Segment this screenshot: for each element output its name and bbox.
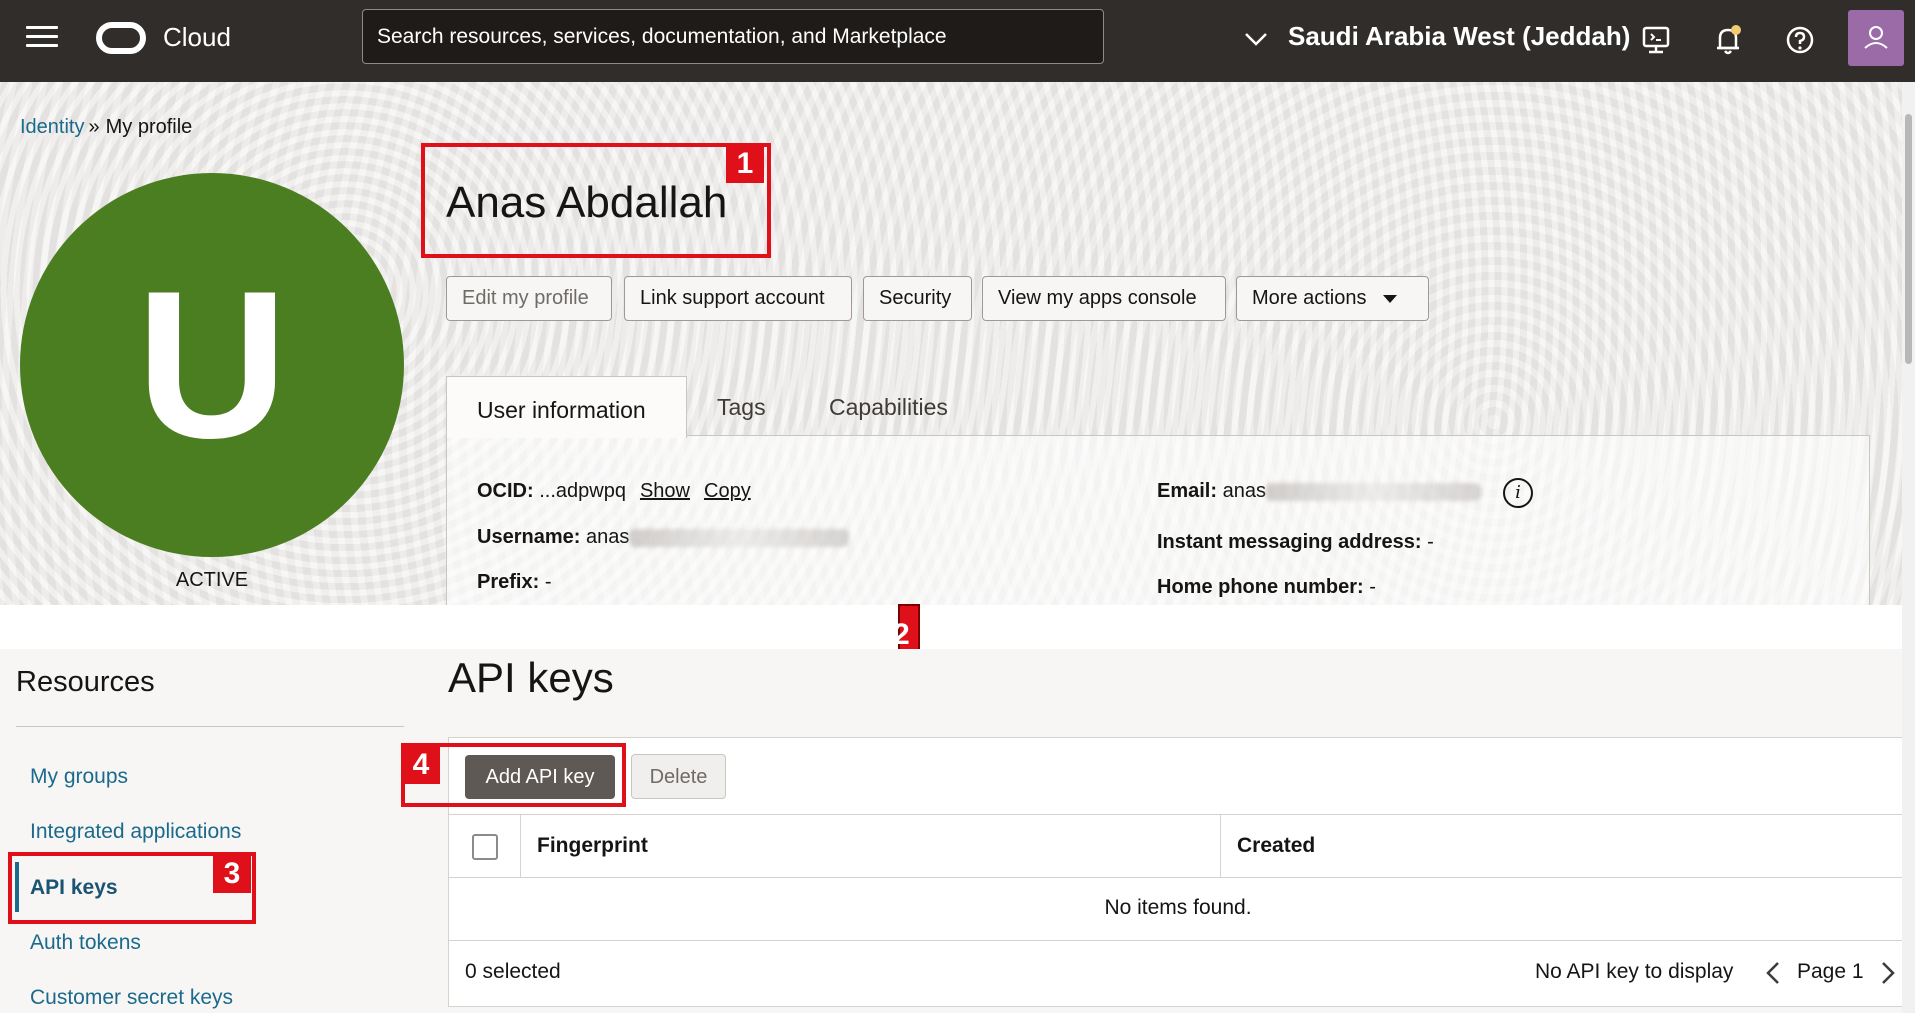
ocid-label: OCID: <box>477 480 534 502</box>
breadcrumb-separator: » <box>88 116 100 138</box>
resources-divider <box>16 726 404 727</box>
previous-page-icon[interactable] <box>1763 960 1785 986</box>
column-divider <box>1220 814 1221 877</box>
region-selector[interactable]: Saudi Arabia West (Jeddah) <box>1288 21 1630 52</box>
scrollbar-thumb[interactable] <box>1905 114 1912 364</box>
nav-customer-secret-keys[interactable]: Customer secret keys <box>30 986 233 1010</box>
column-divider <box>520 814 521 877</box>
brand-name[interactable]: Cloud <box>163 22 231 53</box>
phone-row: Home phone number: - <box>1157 576 1376 599</box>
oracle-logo-icon[interactable] <box>96 22 146 54</box>
section-divider <box>0 605 1915 649</box>
next-page-icon[interactable] <box>1876 960 1898 986</box>
ocid-row: OCID: ...adpwpq Show Copy <box>477 480 751 503</box>
phone-value: - <box>1369 576 1376 598</box>
top-navigation-bar: Cloud Search resources, services, docume… <box>0 0 1915 82</box>
annotation-number-4: 4 <box>402 746 440 784</box>
page-indicator: Page 1 <box>1797 960 1864 983</box>
ocid-copy-link[interactable]: Copy <box>704 480 751 502</box>
im-row: Instant messaging address: - <box>1157 531 1434 554</box>
breadcrumb-current: My profile <box>105 116 193 138</box>
edit-profile-button[interactable]: Edit my profile <box>446 276 612 321</box>
ocid-show-link[interactable]: Show <box>640 480 690 502</box>
username-label: Username: <box>477 526 581 548</box>
tab-capabilities[interactable]: Capabilities <box>829 394 948 421</box>
column-header-created[interactable]: Created <box>1237 834 1315 858</box>
selected-count: 0 selected <box>465 960 561 983</box>
help-icon[interactable] <box>1780 20 1820 60</box>
table-header-top-border <box>449 814 1907 815</box>
security-button[interactable]: Security <box>863 276 972 321</box>
redacted-email <box>1265 482 1481 501</box>
phone-label: Home phone number: <box>1157 576 1364 598</box>
annotation-box-1 <box>421 143 771 258</box>
delete-button[interactable]: Delete <box>631 754 726 799</box>
more-actions-label: More actions <box>1252 287 1367 309</box>
prefix-value: - <box>544 571 552 593</box>
tab-tags[interactable]: Tags <box>717 394 766 421</box>
more-actions-button[interactable]: More actions <box>1236 276 1429 321</box>
im-label: Instant messaging address: <box>1157 531 1422 553</box>
search-input[interactable]: Search resources, services, documentatio… <box>362 9 1104 64</box>
status-label: ACTIVE <box>175 569 249 591</box>
select-all-checkbox[interactable] <box>472 834 498 860</box>
email-label: Email: <box>1157 480 1218 502</box>
breadcrumb: Identity» My profile <box>20 116 192 139</box>
nav-integrated-applications[interactable]: Integrated applications <box>30 820 241 844</box>
username-value: anas <box>585 526 630 548</box>
tab-user-information[interactable]: User information <box>446 376 687 438</box>
prefix-label: Prefix: <box>477 571 540 593</box>
profile-avatar: U <box>20 173 404 557</box>
email-row: Email: anas <box>1157 480 1481 503</box>
nav-auth-tokens[interactable]: Auth tokens <box>30 931 141 955</box>
column-header-fingerprint[interactable]: Fingerprint <box>537 834 648 858</box>
developer-tools-icon[interactable] <box>1636 20 1676 60</box>
chevron-down-icon[interactable] <box>1242 26 1270 52</box>
user-icon <box>1864 26 1888 49</box>
bell-icon[interactable] <box>1708 20 1748 60</box>
table-body-bottom-border <box>449 940 1907 941</box>
breadcrumb-identity-link[interactable]: Identity <box>20 116 84 138</box>
caret-down-icon <box>1382 294 1397 303</box>
empty-table-message: No items found. <box>1104 896 1252 919</box>
table-header-bottom-border <box>449 877 1907 878</box>
nav-my-groups[interactable]: My groups <box>30 765 128 789</box>
info-icon[interactable]: i <box>1503 478 1533 508</box>
link-support-account-button[interactable]: Link support account <box>624 276 852 321</box>
view-apps-console-button[interactable]: View my apps console <box>982 276 1226 321</box>
email-value: anas <box>1222 480 1266 502</box>
redacted-username <box>629 528 850 547</box>
api-keys-title: API keys <box>448 654 614 701</box>
ocid-value: ...adpwpq <box>539 480 626 502</box>
annotation-number-1: 1 <box>726 145 764 183</box>
username-row: Username: anas <box>477 526 850 549</box>
resources-title: Resources <box>16 666 155 698</box>
im-value: - <box>1427 531 1434 553</box>
user-avatar-button[interactable] <box>1848 10 1904 66</box>
no-items-text: No API key to display <box>1535 960 1734 983</box>
prefix-row: Prefix: - <box>477 571 551 594</box>
menu-icon[interactable] <box>26 26 58 50</box>
annotation-number-2: 2 <box>893 618 910 651</box>
annotation-number-3: 3 <box>213 855 251 893</box>
